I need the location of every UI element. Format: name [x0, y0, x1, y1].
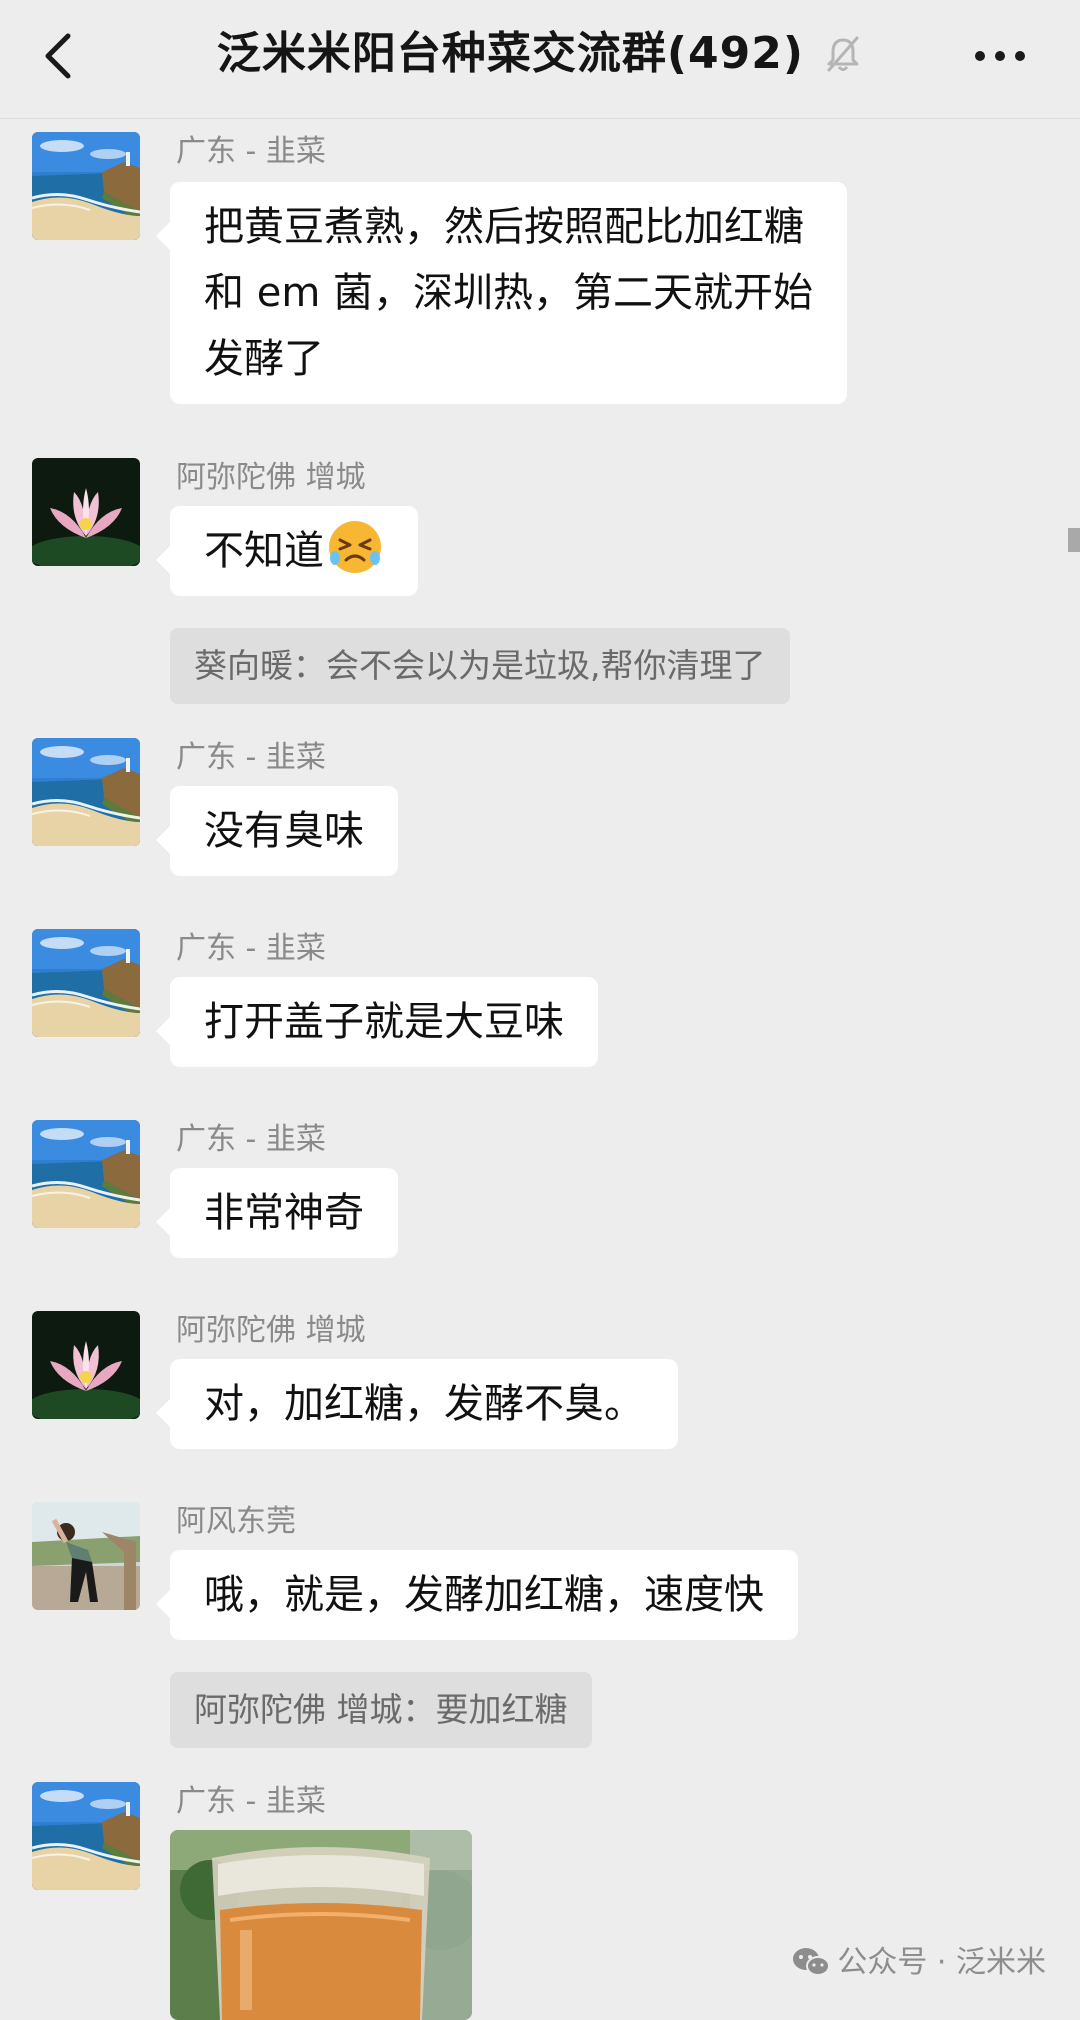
sender-name: 广东 - 韭菜 — [176, 931, 326, 966]
wechat-icon — [793, 1948, 831, 1976]
message-bubble[interactable]: 对，加红糖，发酵不臭。 — [156, 1359, 678, 1449]
sender-name: 广东 - 韭菜 — [176, 1122, 326, 1157]
message-bubble[interactable]: 没有臭味 — [156, 786, 398, 876]
avatar-seaside[interactable] — [32, 929, 140, 1037]
avatar-lotus[interactable] — [32, 458, 140, 566]
message-line: 发酵了 — [204, 336, 324, 382]
crying-laughing-emoji — [329, 521, 381, 573]
quoted-message[interactable]: 葵向暖：会不会以为是垃圾,帮你清理了 — [170, 628, 790, 704]
bell-muted-icon — [827, 36, 859, 72]
watermark-text: 公众号 · 泛米米 — [837, 1945, 1046, 1980]
sender-name: 阿弥陀佛 增城 — [176, 460, 366, 495]
message-text: 不知道 — [204, 528, 324, 574]
avatar-seaside[interactable] — [32, 1120, 140, 1228]
title-area: 泛米米阳台种菜交流群(492) — [0, 24, 1080, 84]
sender-name: 阿风东莞 — [176, 1504, 296, 1539]
more-dots-icon — [975, 51, 1025, 61]
sender-name: 阿弥陀佛 增城 — [176, 1313, 366, 1348]
message-bubble[interactable]: 把黄豆煮熟，然后按照配比加红糖 和 em 菌，深圳热，第二天就开始 发酵了 — [155, 182, 848, 404]
message-line: 把黄豆煮熟，然后按照配比加红糖 — [204, 204, 804, 250]
sender-name: 广东 - 韭菜 — [176, 134, 326, 169]
more-button[interactable] — [972, 36, 1028, 76]
avatar-exercise-woman[interactable] — [32, 1502, 140, 1610]
avatar-lotus[interactable] — [32, 1311, 140, 1419]
avatar-seaside[interactable] — [32, 132, 140, 240]
jar-photo[interactable] — [170, 1830, 472, 2020]
sender-name: 广东 - 韭菜 — [176, 1784, 326, 1819]
message-bubble[interactable]: 非常神奇 — [156, 1168, 398, 1258]
avatar-seaside[interactable] — [32, 1782, 140, 1890]
message-bubble[interactable]: 不知道 — [156, 506, 418, 596]
avatar-seaside[interactable] — [32, 738, 140, 846]
top-bar: 泛米米阳台种菜交流群(492) — [0, 0, 1080, 119]
message-bubble[interactable]: 打开盖子就是大豆味 — [156, 977, 598, 1067]
sender-name: 广东 - 韭菜 — [176, 740, 326, 775]
scrollbar-thumb[interactable] — [1068, 528, 1080, 552]
message-bubble[interactable]: 哦，就是，发酵加红糖，速度快 — [156, 1550, 798, 1640]
chat-title: 泛米米阳台种菜交流群(492) — [216, 28, 804, 79]
quoted-message[interactable]: 阿弥陀佛 增城：要加红糖 — [170, 1672, 592, 1748]
watermark: 公众号 · 泛米米 — [791, 1937, 1046, 1981]
message-line: 和 em 菌，深圳热，第二天就开始 — [204, 270, 814, 316]
